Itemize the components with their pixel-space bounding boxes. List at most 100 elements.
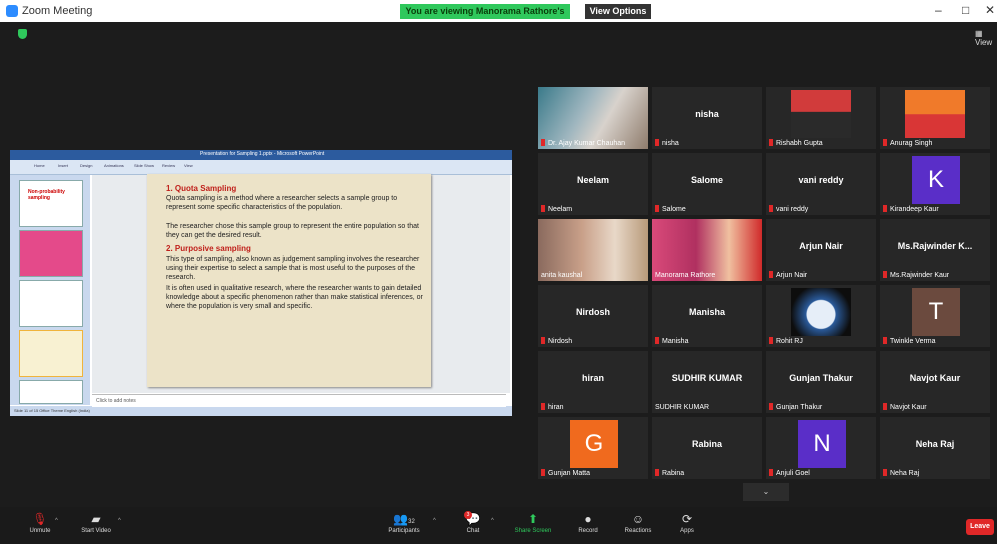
slide-heading-purposive: 2. Purposive sampling <box>166 244 251 253</box>
participant-name-text: vani reddy <box>776 206 809 213</box>
participant-tile[interactable]: Arjun Nair Arjun Nair <box>766 219 876 281</box>
participant-name: Anjuli Goel <box>769 469 810 477</box>
participant-tile[interactable]: Rohit RJ <box>766 285 876 347</box>
participant-tile-active-speaker[interactable]: anita kaushal <box>538 219 648 281</box>
muted-mic-icon <box>769 271 773 278</box>
participant-tile[interactable]: SUDHIR KUMAR SUDHIR KUMAR <box>652 351 762 413</box>
participant-tile[interactable]: nisha nisha <box>652 87 762 149</box>
chat-label: Chat <box>466 528 480 534</box>
participant-tile[interactable]: Salome Salome <box>652 153 762 215</box>
audio-options-caret[interactable]: ^ <box>55 518 58 524</box>
participant-name: Salome <box>655 205 686 213</box>
participant-name-text: Anurag Singh <box>890 140 933 147</box>
muted-mic-icon <box>769 469 773 476</box>
participant-tile[interactable]: Gunjan Thakur Gunjan Thakur <box>766 351 876 413</box>
participant-photo <box>905 90 965 138</box>
participants-options-caret[interactable]: ^ <box>433 518 436 524</box>
muted-mic-icon <box>655 205 659 212</box>
chevron-down-icon: ⌄ <box>762 487 770 496</box>
participant-name-text: Neha Raj <box>890 470 920 477</box>
powerpoint-status-text: Slide 11 of 15 Office Theme English (Ind… <box>14 408 90 413</box>
participant-tile[interactable]: N Anjuli Goel <box>766 417 876 479</box>
view-options-button[interactable]: View Options ⌄ <box>585 4 651 31</box>
slide-thumbnail <box>19 330 83 377</box>
chat-options-caret[interactable]: ^ <box>491 518 494 524</box>
participant-tile[interactable]: vani reddy vani reddy <box>766 153 876 215</box>
participant-tile[interactable]: Anurag Singh <box>880 87 990 149</box>
participant-tile[interactable]: Ms.Rajwinder K... Ms.Rajwinder Kaur <box>880 219 990 281</box>
ribbon-tab: Design <box>80 163 93 168</box>
unmute-button[interactable]: 🎙 Unmute <box>20 508 60 544</box>
participant-avatar: N <box>798 420 846 468</box>
record-icon: ● <box>584 512 592 526</box>
participant-avatar: T <box>912 288 960 336</box>
slide-paragraph: Quota sampling is a method where a resea… <box>166 195 398 211</box>
muted-mic-icon <box>883 337 887 344</box>
minimize-button[interactable]: – <box>935 3 942 17</box>
slide-thumbnail <box>19 380 83 404</box>
participant-tile[interactable]: G Gunjan Matta <box>538 417 648 479</box>
participant-name-text: Gunjan Matta <box>548 470 591 477</box>
participant-center-name: Salome <box>690 175 723 185</box>
participant-tile[interactable]: Nirdosh Nirdosh <box>538 285 648 347</box>
participant-center-name: vani reddy <box>798 175 844 185</box>
chat-unread-badge: 3 <box>464 511 472 519</box>
participant-name: hiran <box>541 403 564 411</box>
participant-tile[interactable]: Manisha Manisha <box>652 285 762 347</box>
participant-center-name: nisha <box>695 109 719 119</box>
current-slide: 1. Quota Sampling Quota sampling is a me… <box>147 174 431 387</box>
participant-center-name: hiran <box>581 373 604 383</box>
muted-mic-icon <box>541 139 545 146</box>
ribbon-tab: Insert <box>58 163 69 168</box>
participant-tile[interactable]: hiran hiran <box>538 351 648 413</box>
participant-tile[interactable]: Neha Raj Neha Raj <box>880 417 990 479</box>
participant-center-name: Rabina <box>691 439 722 449</box>
participant-tile[interactable]: Dr. Ajay Kumar Chauhan <box>538 87 648 149</box>
ribbon-tab: Animations <box>104 163 124 168</box>
muted-mic-icon <box>883 469 887 476</box>
gallery-next-page-button[interactable]: ⌄ <box>743 483 789 501</box>
security-shield-icon[interactable] <box>18 29 27 39</box>
window-title-bar: Zoom Meeting You are viewing Manorama Ra… <box>0 0 997 31</box>
apps-button[interactable]: ⟳ Apps <box>670 508 704 544</box>
view-mode-button[interactable]: ▦ View <box>975 29 997 47</box>
share-screen-label: Share Screen <box>514 528 552 534</box>
participant-tile[interactable]: Neelam Neelam <box>538 153 648 215</box>
participant-tile[interactable]: T Twinkle Verma <box>880 285 990 347</box>
muted-mic-icon <box>541 403 545 410</box>
chat-button[interactable]: 💬 3 Chat <box>455 508 491 544</box>
participant-tile[interactable]: Manorama Rathore <box>652 219 762 281</box>
leave-button[interactable]: Leave <box>966 519 994 535</box>
participant-name: Manisha <box>655 337 688 345</box>
participant-name-text: Arjun Nair <box>776 272 808 279</box>
muted-mic-icon <box>541 205 545 212</box>
apps-icon: ⟳ <box>681 512 693 526</box>
start-video-button[interactable]: ▰ Start Video <box>72 508 120 544</box>
participant-photo <box>791 288 851 336</box>
mic-muted-icon: 🎙 <box>32 512 48 526</box>
muted-mic-icon <box>883 271 887 278</box>
chat-icon: 💬 3 <box>464 511 481 526</box>
slide-thumbnail-title: Non-probability sampling <box>28 189 65 201</box>
participant-center-name: Neha Raj <box>915 439 955 449</box>
slide-paragraph: The researcher chose this sample group t… <box>166 223 419 239</box>
close-button[interactable]: ✕ <box>985 3 995 17</box>
participant-tile[interactable]: Rishabh Gupta <box>766 87 876 149</box>
reactions-label: Reactions <box>624 528 652 534</box>
participants-button[interactable]: 👥32 Participants <box>380 508 428 544</box>
muted-mic-icon <box>769 403 773 410</box>
participant-name: Kirandeep Kaur <box>883 205 939 213</box>
participant-name: SUDHIR KUMAR <box>655 404 710 411</box>
participant-tile[interactable]: Rabina Rabina <box>652 417 762 479</box>
muted-mic-icon <box>769 139 773 146</box>
participant-tile[interactable]: Navjot Kaur Navjot Kaur <box>880 351 990 413</box>
record-button[interactable]: ● Record <box>570 508 606 544</box>
participant-center-name: Arjun Nair <box>799 241 843 251</box>
video-options-caret[interactable]: ^ <box>118 518 121 524</box>
video-off-icon: ▰ <box>91 512 101 526</box>
participant-tile[interactable]: K Kirandeep Kaur <box>880 153 990 215</box>
reactions-button[interactable]: ☺ Reactions <box>618 508 658 544</box>
maximize-button[interactable]: □ <box>962 3 969 17</box>
muted-mic-icon <box>655 337 659 344</box>
share-screen-button[interactable]: ⬆ Share Screen <box>508 508 558 544</box>
